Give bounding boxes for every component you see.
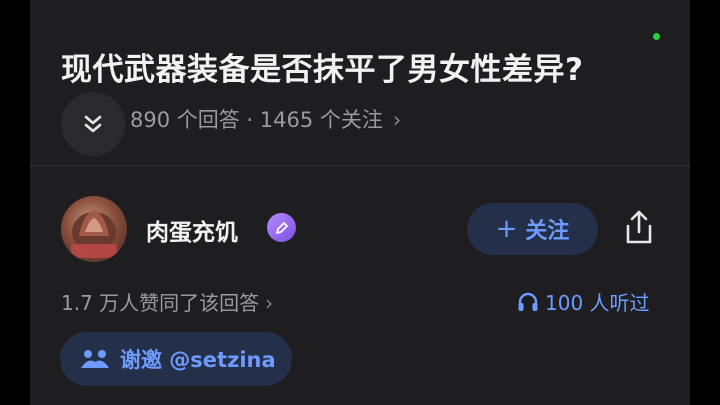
author-avatar[interactable] (61, 196, 127, 262)
listen-count[interactable]: 100 人听过 (517, 287, 650, 316)
follow-button[interactable]: + 关注 (467, 203, 598, 255)
likes-text: 1.7 万人赞同了该回答 (61, 291, 260, 315)
plus-icon: + (495, 214, 518, 244)
collapse-button[interactable] (61, 92, 125, 156)
share-icon (626, 210, 652, 244)
question-title[interactable]: 现代武器装备是否抹平了男女性差异? (61, 44, 661, 89)
question-meta[interactable]: 890 个回答 · 1465 个关注 › (130, 104, 401, 134)
likes-chevron-icon: › (265, 291, 274, 315)
listen-text: 100 人听过 (545, 291, 650, 315)
meta-chevron-icon: › (392, 108, 402, 132)
headphones-icon (518, 292, 538, 311)
likes-count[interactable]: 1.7 万人赞同了该回答 › (61, 287, 273, 316)
share-button[interactable] (620, 208, 658, 248)
invite-chip[interactable]: 谢邀 @setzina (60, 332, 292, 386)
status-dot (653, 33, 660, 40)
answer-screen: 现代武器装备是否抹平了男女性差异? 890 个回答 · 1465 个关注 › 肉蛋… (30, 0, 690, 405)
author-name[interactable]: 肉蛋充饥 (146, 213, 238, 247)
question-stats: 890 个回答 · 1465 个关注 (130, 108, 383, 132)
follow-label: 关注 (525, 219, 570, 244)
divider (30, 165, 690, 166)
double-chevron-down-icon (84, 115, 102, 133)
invite-text: 谢邀 @setzina (120, 348, 276, 372)
invite-icon (81, 350, 109, 368)
creator-badge-icon[interactable] (267, 213, 296, 242)
